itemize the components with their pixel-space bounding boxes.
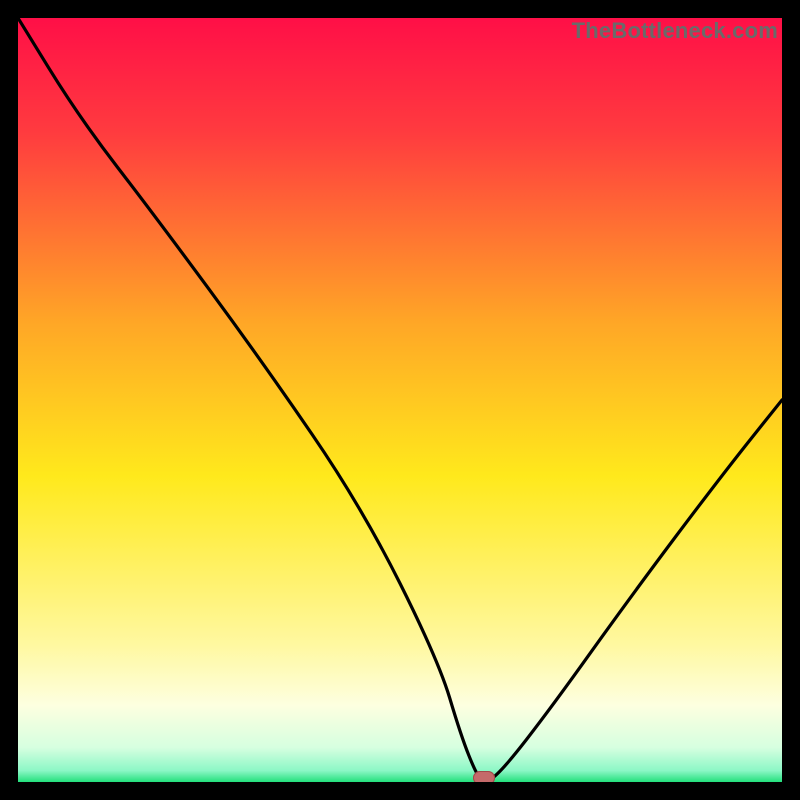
watermark-text: TheBottleneck.com [572, 18, 778, 44]
optimal-point-marker [473, 771, 495, 782]
chart-frame: TheBottleneck.com [0, 0, 800, 800]
plot-area: TheBottleneck.com [18, 18, 782, 782]
bottleneck-curve [18, 18, 782, 782]
